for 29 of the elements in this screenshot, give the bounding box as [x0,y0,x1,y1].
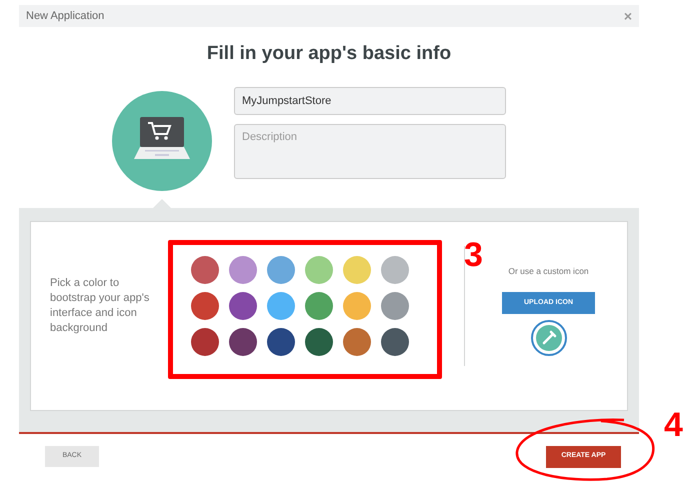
step-number: 3 [464,238,483,272]
color-swatch[interactable] [267,292,295,320]
color-swatch[interactable] [267,328,295,356]
color-swatch[interactable] [267,256,295,284]
color-swatch[interactable] [191,292,219,320]
color-swatch[interactable] [305,256,333,284]
app-name-field[interactable]: MyJumpstartStore [234,86,506,114]
color-swatch[interactable] [305,328,333,356]
color-swatch[interactable] [381,292,409,320]
color-swatch[interactable] [343,292,371,320]
color-swatch[interactable] [229,292,257,320]
laptop-cart-icon [112,90,212,190]
description-field[interactable]: Description [234,124,506,178]
color-prompt: Pick a color to bootstrap your app's interface and icon background [50,276,150,336]
color-swatch[interactable] [381,256,409,284]
color-swatch[interactable] [191,328,219,356]
color-swatch[interactable] [229,256,257,284]
color-swatch[interactable] [343,256,371,284]
window-title: New Application [26,8,104,24]
page-heading: Fill in your app's basic info [206,42,452,66]
color-swatch[interactable] [343,328,371,356]
color-swatch[interactable] [191,256,219,284]
color-swatch[interactable] [229,328,257,356]
eyedropper-icon[interactable] [530,320,566,356]
step-number: 4 [664,408,683,442]
color-swatch[interactable] [305,292,333,320]
custom-icon-label: Or use a custom icon [508,265,589,278]
close-button[interactable]: × [624,9,632,23]
color-swatch[interactable] [381,328,409,356]
